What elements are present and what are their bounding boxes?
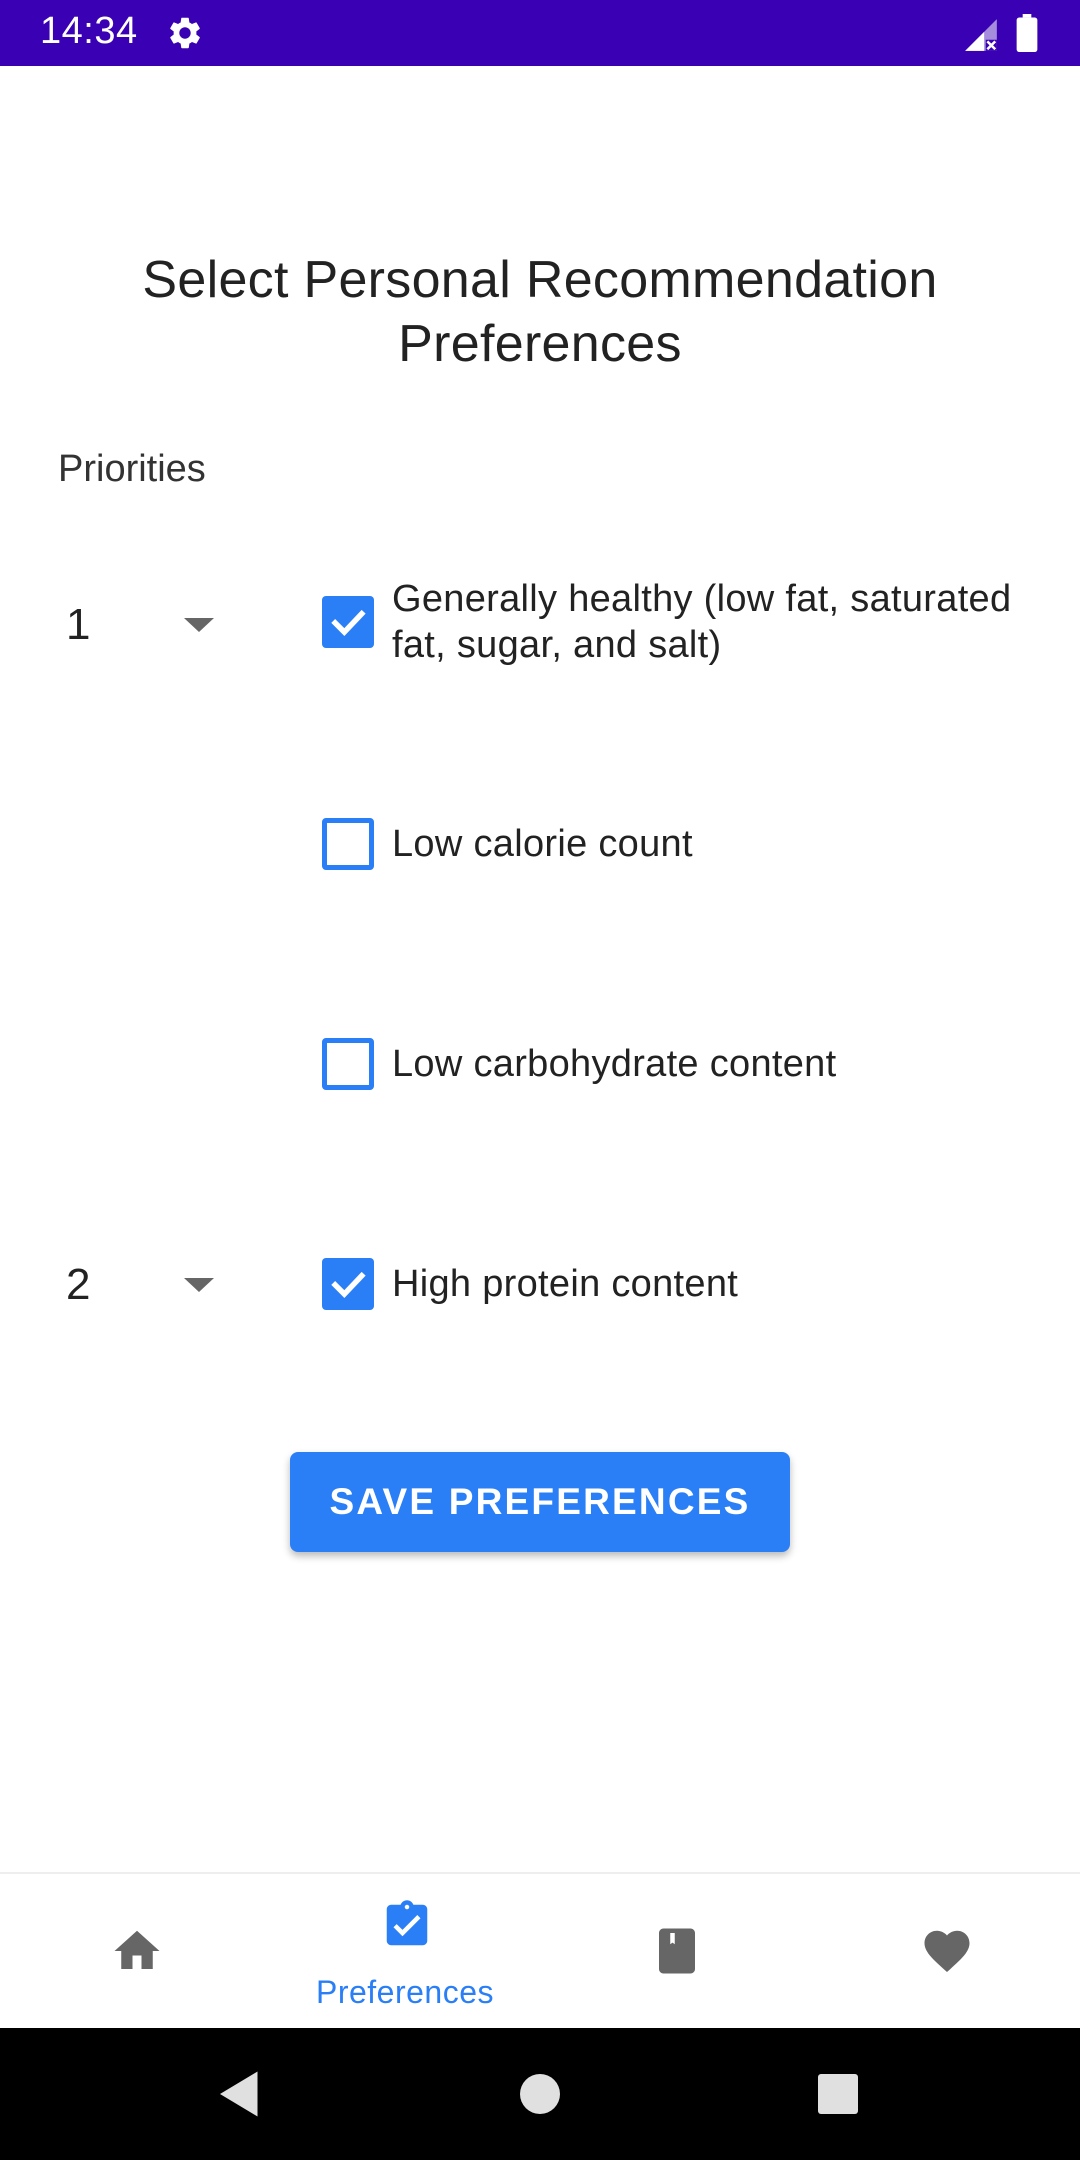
nav-home[interactable] <box>0 1874 270 2030</box>
home-circle-icon[interactable] <box>510 2064 570 2124</box>
nav-preferences[interactable]: Preferences <box>270 1874 540 2030</box>
bottom-navigation: Preferences <box>0 1872 1080 2028</box>
heart-icon <box>924 1930 970 1973</box>
battery-icon <box>1016 14 1038 52</box>
dropdown-arrow-icon <box>184 618 214 632</box>
priorities-label: Priorities <box>58 448 206 490</box>
preference-low-carbohydrate[interactable]: Low carbohydrate content <box>318 1034 1058 1094</box>
preference-label: Low carbohydrate content <box>392 1043 837 1085</box>
save-preferences-button[interactable]: SAVE PREFERENCES <box>290 1452 790 1552</box>
preference-label: Low calorie count <box>392 823 693 865</box>
settings-gear-icon <box>170 17 200 49</box>
preference-high-protein[interactable]: High protein content <box>318 1254 1058 1314</box>
priority-dropdown-1[interactable]: 1 <box>58 578 218 668</box>
preference-generally-healthy[interactable]: Generally healthy (low fat, saturated fa… <box>318 576 1058 686</box>
system-navigation-bar <box>0 2028 1080 2160</box>
nav-label: Preferences <box>315 1974 495 2010</box>
home-icon <box>114 1930 160 1969</box>
book-icon <box>659 1928 695 1974</box>
preference-low-calorie[interactable]: Low calorie count <box>318 814 1058 874</box>
nav-book[interactable] <box>540 1874 810 2030</box>
priority-dropdown-2[interactable]: 2 <box>58 1238 218 1328</box>
status-time: 14:34 <box>40 10 138 52</box>
dropdown-arrow-icon <box>184 1278 214 1292</box>
priority-value: 1 <box>66 600 91 649</box>
back-icon[interactable] <box>210 2064 270 2124</box>
recents-icon[interactable] <box>808 2064 868 2124</box>
checkbox-unchecked-icon[interactable] <box>322 818 374 870</box>
priority-value: 2 <box>66 1260 91 1309</box>
signal-icon <box>965 19 997 51</box>
status-bar: 14:34 <box>0 0 1080 66</box>
clipboard-check-icon <box>386 1900 428 1946</box>
preference-label: Generally healthy (low fat, saturated fa… <box>392 578 1012 666</box>
checkbox-checked-icon[interactable] <box>322 1258 374 1310</box>
page-title: Select Personal Recommendation Preferenc… <box>142 251 938 373</box>
nav-favorites[interactable] <box>810 1874 1080 2030</box>
checkbox-checked-icon[interactable] <box>322 596 374 648</box>
preference-label: High protein content <box>392 1263 739 1305</box>
checkbox-unchecked-icon[interactable] <box>322 1038 374 1090</box>
